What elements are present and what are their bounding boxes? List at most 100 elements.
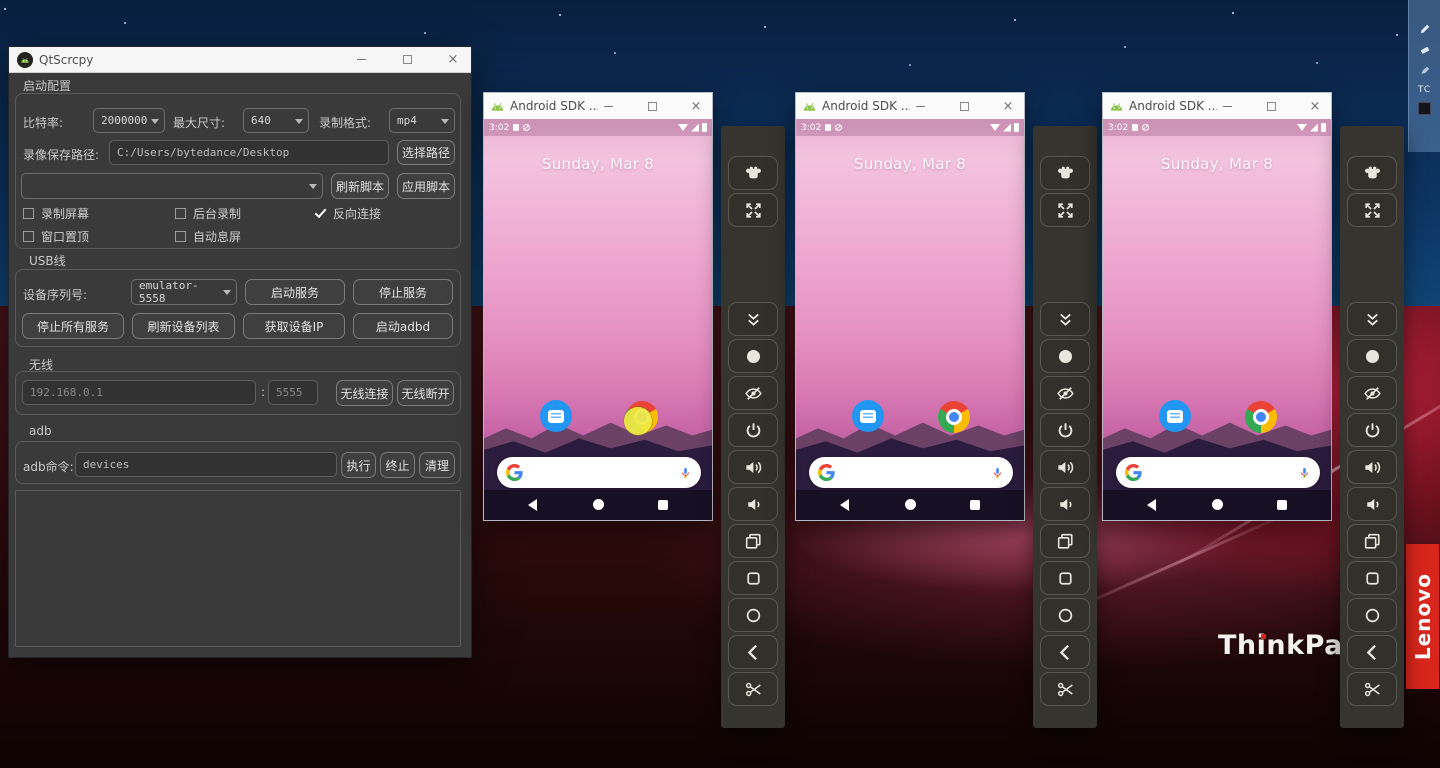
- home-button[interactable]: [1040, 598, 1090, 632]
- pen-icon[interactable]: [1418, 22, 1432, 36]
- volume-down-button[interactable]: [728, 487, 778, 521]
- screen-off-button[interactable]: [1347, 376, 1397, 410]
- overview-button[interactable]: [1347, 561, 1397, 595]
- mic-icon[interactable]: [991, 466, 1004, 479]
- home-button[interactable]: [728, 598, 778, 632]
- volume-down-button[interactable]: [1347, 487, 1397, 521]
- app-switch-button[interactable]: [1040, 524, 1090, 558]
- expand-button[interactable]: [1347, 302, 1397, 336]
- wireless-disconnect-button[interactable]: 无线断开: [397, 380, 454, 406]
- mic-icon[interactable]: [679, 466, 692, 479]
- auto-screen-off-checkbox[interactable]: 自动息屏: [175, 228, 241, 245]
- google-search-bar[interactable]: [1116, 457, 1320, 488]
- messages-app-icon[interactable]: [1159, 400, 1191, 432]
- window-on-top-checkbox[interactable]: 窗口置顶: [23, 228, 89, 245]
- screenshot-button[interactable]: [728, 672, 778, 706]
- close-button[interactable]: ×: [998, 97, 1018, 115]
- record-screen-checkbox[interactable]: 录制屏幕: [23, 205, 89, 222]
- overview-button[interactable]: [728, 561, 778, 595]
- emulator-titlebar[interactable]: Android SDK ... ×: [484, 93, 712, 119]
- chrome-app-icon[interactable]: [938, 401, 970, 433]
- messages-app-icon[interactable]: [540, 400, 572, 432]
- serial-combo[interactable]: emulator-5558: [131, 279, 237, 305]
- recents-button[interactable]: [970, 500, 980, 510]
- stop-service-button[interactable]: 停止服务: [353, 279, 453, 305]
- start-adbd-button[interactable]: 启动adbd: [353, 313, 453, 339]
- app-switch-button[interactable]: [1347, 524, 1397, 558]
- back-button[interactable]: [1040, 635, 1090, 669]
- google-search-bar[interactable]: [809, 457, 1013, 488]
- power-button[interactable]: [1040, 413, 1090, 447]
- chrome-app-icon[interactable]: [1245, 401, 1277, 433]
- volume-up-button[interactable]: [728, 450, 778, 484]
- group-control-button[interactable]: [1040, 156, 1090, 190]
- expand-button[interactable]: [728, 302, 778, 336]
- touch-toggle-button[interactable]: [728, 339, 778, 373]
- minimize-button[interactable]: [1217, 97, 1237, 115]
- maximize-button[interactable]: [642, 97, 662, 115]
- color-swatch[interactable]: [1418, 102, 1431, 115]
- home-button[interactable]: [593, 499, 604, 510]
- recents-button[interactable]: [1277, 500, 1287, 510]
- minimize-button[interactable]: [598, 97, 618, 115]
- fullscreen-button[interactable]: [1347, 193, 1397, 227]
- refresh-script-button[interactable]: 刷新脚本: [331, 173, 389, 199]
- screenshot-button[interactable]: [1347, 672, 1397, 706]
- screen-off-button[interactable]: [1040, 376, 1090, 410]
- volume-down-button[interactable]: [1040, 487, 1090, 521]
- script-combo[interactable]: [21, 173, 323, 199]
- minimize-button[interactable]: [351, 51, 371, 69]
- home-button[interactable]: [905, 499, 916, 510]
- wireless-port-input[interactable]: 5555: [268, 380, 318, 405]
- phone-screen[interactable]: 3:02 Sunday, Mar 8: [484, 119, 712, 520]
- screen-off-button[interactable]: [728, 376, 778, 410]
- start-service-button[interactable]: 启动服务: [245, 279, 345, 305]
- volume-up-button[interactable]: [1040, 450, 1090, 484]
- refresh-devices-button[interactable]: 刷新设备列表: [132, 313, 235, 339]
- home-button[interactable]: [1347, 598, 1397, 632]
- minimize-button[interactable]: [910, 97, 930, 115]
- back-button[interactable]: [1347, 635, 1397, 669]
- eraser-icon[interactable]: [1418, 43, 1432, 57]
- close-button[interactable]: ×: [443, 51, 463, 69]
- back-button[interactable]: [728, 635, 778, 669]
- home-button[interactable]: [1212, 499, 1223, 510]
- reverse-connect-checkbox[interactable]: 反向连接: [315, 205, 381, 222]
- power-button[interactable]: [1347, 413, 1397, 447]
- recents-button[interactable]: [658, 500, 668, 510]
- group-control-button[interactable]: [1347, 156, 1397, 190]
- back-button[interactable]: [528, 499, 537, 511]
- close-button[interactable]: ×: [686, 97, 706, 115]
- highlighter-icon[interactable]: [1418, 64, 1432, 78]
- phone-screen[interactable]: 3:02 Sunday, Mar 8: [1103, 119, 1331, 520]
- touch-toggle-button[interactable]: [1347, 339, 1397, 373]
- mic-icon[interactable]: [1298, 466, 1311, 479]
- maximize-button[interactable]: [954, 97, 974, 115]
- fullscreen-button[interactable]: [728, 193, 778, 227]
- screenshot-button[interactable]: [1040, 672, 1090, 706]
- emulator-titlebar[interactable]: Android SDK ... ×: [796, 93, 1024, 119]
- group-control-button[interactable]: [728, 156, 778, 190]
- savepath-input[interactable]: C:/Users/bytedance/Desktop: [109, 140, 389, 165]
- expand-button[interactable]: [1040, 302, 1090, 336]
- emulator-titlebar[interactable]: Android SDK ... ×: [1103, 93, 1331, 119]
- power-button[interactable]: [728, 413, 778, 447]
- app-switch-button[interactable]: [728, 524, 778, 558]
- format-combo[interactable]: mp4: [389, 108, 455, 133]
- close-button[interactable]: ×: [1305, 97, 1325, 115]
- apply-script-button[interactable]: 应用脚本: [397, 173, 455, 199]
- adb-execute-button[interactable]: 执行: [341, 452, 376, 478]
- background-record-checkbox[interactable]: 后台录制: [175, 205, 241, 222]
- choose-path-button[interactable]: 选择路径: [397, 140, 455, 165]
- volume-up-button[interactable]: [1347, 450, 1397, 484]
- wireless-ip-input[interactable]: 192.168.0.1: [22, 380, 256, 405]
- wireless-connect-button[interactable]: 无线连接: [336, 380, 393, 406]
- get-device-ip-button[interactable]: 获取设备IP: [243, 313, 345, 339]
- adb-clear-button[interactable]: 清理: [419, 452, 455, 478]
- maxsize-combo[interactable]: 640: [243, 108, 309, 133]
- adb-log-output[interactable]: [15, 490, 461, 647]
- adb-terminate-button[interactable]: 终止: [380, 452, 415, 478]
- adb-command-input[interactable]: devices: [75, 452, 337, 477]
- touch-toggle-button[interactable]: [1040, 339, 1090, 373]
- google-search-bar[interactable]: [497, 457, 701, 488]
